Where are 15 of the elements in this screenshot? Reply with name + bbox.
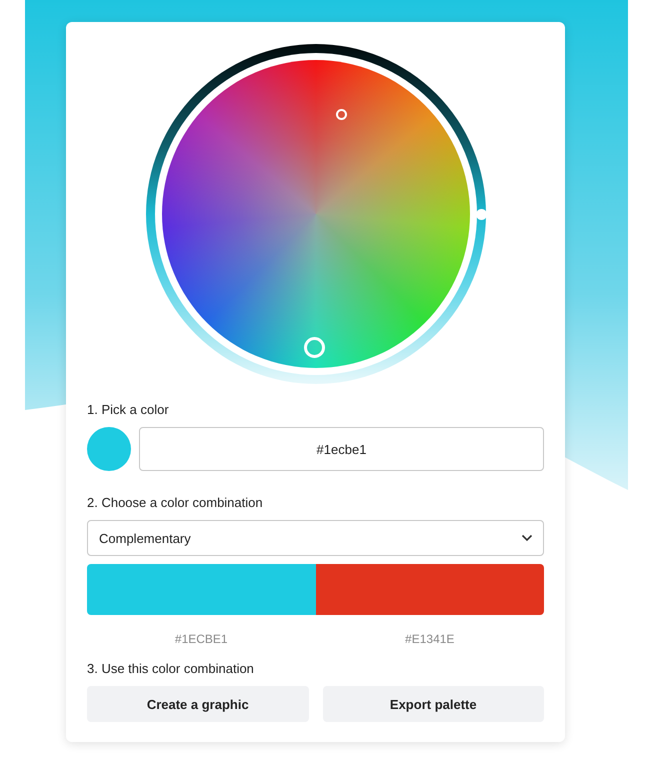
dropdown-value: Complementary: [99, 530, 191, 546]
color-swatch[interactable]: [87, 427, 131, 471]
export-palette-button[interactable]: Export palette: [322, 686, 544, 722]
create-graphic-button[interactable]: Create a graphic: [87, 686, 308, 722]
brightness-handle[interactable]: [476, 208, 486, 220]
hex-input-field[interactable]: #1ecbe1: [139, 427, 544, 471]
combination-dropdown[interactable]: Complementary: [87, 520, 544, 556]
chevron-down-icon: [521, 534, 533, 542]
color-handle[interactable]: [304, 337, 324, 358]
hex-code: #1ECBE1: [174, 632, 228, 646]
section-label: 3. Use this color combination: [87, 661, 255, 676]
section-label: 1. Pick a color: [87, 402, 170, 417]
hex-code: #E1341E: [405, 632, 454, 646]
color-handle[interactable]: [336, 109, 346, 120]
section-label: 2. Choose a color combination: [87, 495, 264, 510]
